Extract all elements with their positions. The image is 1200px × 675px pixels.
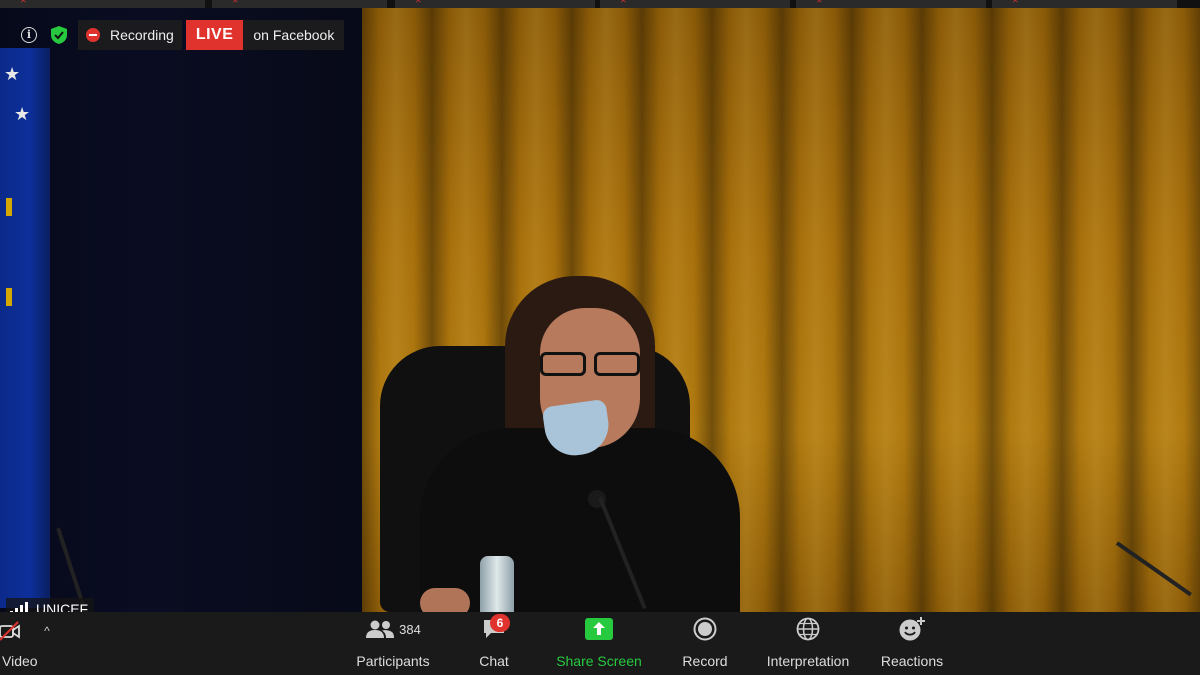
speaker-name: UNICEF: [36, 601, 89, 612]
speaker-name-label: UNICEF: [6, 598, 95, 612]
speaker-body: [420, 428, 740, 612]
meeting-status-overlay: i Recording LIVE on Facebook: [14, 20, 345, 50]
emoji-plus-icon: [899, 617, 925, 641]
flag-stripe: [6, 198, 12, 216]
share-screen-button[interactable]: Share Screen: [553, 612, 645, 675]
muted-mic-icon: ✕: [816, 0, 823, 5]
filmstrip-tile[interactable]: ✕: [395, 0, 595, 8]
interpretation-label: Interpretation: [766, 653, 850, 669]
muted-mic-icon: ✕: [620, 0, 627, 5]
security-shield-button[interactable]: [44, 20, 74, 50]
record-label: Record: [682, 653, 728, 669]
globe-icon: [796, 617, 820, 641]
recording-label: Recording: [110, 27, 174, 43]
muted-mic-icon: ✕: [20, 0, 27, 5]
speaker-glasses: [540, 352, 644, 378]
video-off-icon: [0, 621, 20, 641]
water-bottle: [480, 556, 514, 612]
video-control[interactable]: ^ Video: [0, 612, 70, 675]
muted-mic-icon: ✕: [415, 0, 422, 5]
share-screen-label: Share Screen: [556, 653, 642, 669]
record-dot-icon: [86, 28, 100, 42]
background-dark-panel: [0, 8, 362, 612]
record-button[interactable]: Record: [678, 612, 732, 675]
video-label: Video: [2, 653, 38, 669]
flag-star-icon: ★: [14, 104, 31, 124]
filmstrip-tile[interactable]: ✕: [992, 0, 1177, 8]
interpretation-button[interactable]: Interpretation: [758, 612, 858, 675]
chat-button[interactable]: 6 Chat: [468, 612, 520, 675]
record-icon: [693, 617, 717, 641]
gallery-filmstrip[interactable]: ✕ ✕ ✕ ✕ ✕ ✕: [0, 0, 1200, 8]
muted-mic-icon: ✕: [232, 0, 239, 5]
share-screen-icon: [585, 618, 613, 640]
signal-bars-icon: [10, 602, 30, 612]
participants-count: 384: [399, 621, 421, 637]
flag-stripe: [6, 288, 12, 306]
participants-label: Participants: [356, 653, 430, 669]
meeting-toolbar: ^ Video 384 Participants 6 Chat Share Sc…: [0, 612, 1200, 675]
chat-unread-badge: 6: [490, 614, 510, 632]
eu-flag: ★ ★: [0, 48, 50, 608]
live-destination: on Facebook: [253, 27, 335, 43]
recording-indicator[interactable]: Recording: [78, 20, 182, 50]
flag-star-icon: ★: [4, 64, 21, 84]
meeting-info-button[interactable]: i: [14, 20, 44, 50]
filmstrip-tile[interactable]: ✕: [0, 0, 205, 8]
shield-check-icon: [51, 26, 67, 44]
filmstrip-tile[interactable]: ✕: [212, 0, 387, 8]
filmstrip-tile[interactable]: ✕: [796, 0, 986, 8]
filmstrip-tile[interactable]: ✕: [600, 0, 790, 8]
info-icon: i: [21, 27, 37, 43]
chat-label: Chat: [479, 653, 509, 669]
live-badge: LIVE: [185, 20, 244, 50]
reactions-button[interactable]: Reactions: [877, 612, 947, 675]
muted-mic-icon: ✕: [1012, 0, 1019, 5]
participants-button[interactable]: 384 Participants: [352, 612, 434, 675]
active-speaker-video[interactable]: ★ ★ UNICEF: [0, 8, 1200, 612]
chevron-up-icon[interactable]: ^: [40, 624, 54, 638]
speaker-hand: [420, 588, 470, 612]
live-stream-indicator[interactable]: LIVE on Facebook: [185, 20, 345, 50]
people-icon: [366, 620, 395, 638]
reactions-label: Reactions: [880, 653, 944, 669]
